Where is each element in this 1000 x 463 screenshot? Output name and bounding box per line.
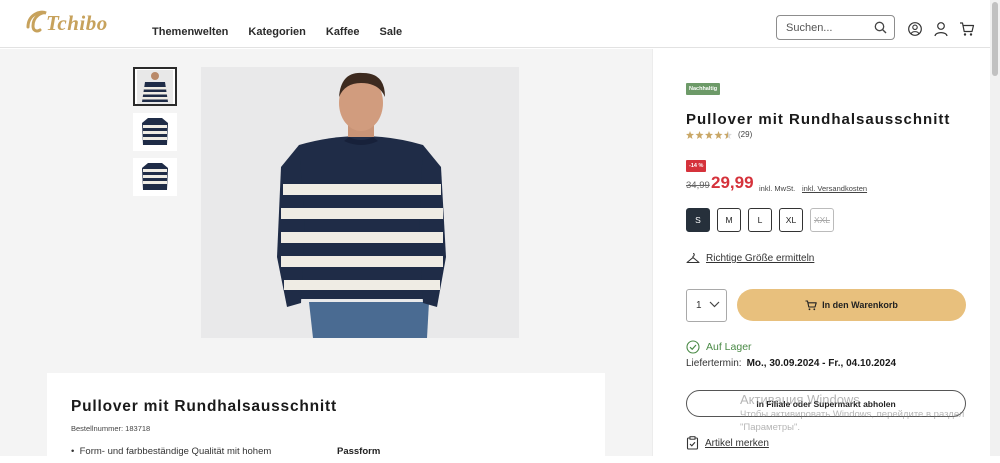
search-box: [776, 15, 895, 40]
stock-status: Auf Lager: [686, 340, 752, 354]
stock-label: Auf Lager: [706, 341, 752, 353]
product-title: Pullover mit Rundhalsausschnitt: [686, 111, 951, 128]
order-number: Bestellnummer: 183718: [71, 424, 151, 433]
thumbnail-list: [133, 67, 177, 203]
nav-item-sale[interactable]: Sale: [380, 24, 403, 40]
nav-item-kategorien[interactable]: Kategorien: [248, 24, 305, 40]
sweater-back-thumbnail-image: [142, 163, 168, 190]
current-price: 29,99: [711, 173, 754, 192]
size-option-s[interactable]: S: [686, 208, 710, 232]
chevron-down-icon: [709, 301, 720, 308]
rating-count[interactable]: (29): [738, 130, 752, 139]
model-wearing-sweater-image: [201, 67, 519, 338]
search-icon[interactable]: [874, 21, 887, 34]
feature-bullet-text: Form- und farbbeständige Qualität mit ho…: [79, 446, 272, 457]
delivery-dates: Mo., 30.09.2024 - Fr., 04.10.2024: [746, 358, 897, 369]
hanger-icon: [686, 252, 700, 264]
feature-bullet: • Form- und farbbeständige Qualität mit …: [71, 446, 272, 457]
discount-badge: -14 %: [686, 160, 707, 172]
old-price: 34,99: [686, 180, 710, 191]
remember-item-link[interactable]: Artikel merken: [686, 436, 769, 450]
sweater-front-thumbnail-image: [142, 118, 168, 145]
size-option-xxl[interactable]: XXL: [810, 208, 834, 232]
delivery-info: Liefertermin: Mo., 30.09.2024 - Fr., 04.1…: [686, 358, 896, 369]
nav-item-themenwelten[interactable]: Themenwelten: [152, 24, 228, 40]
rating-stars[interactable]: (29): [686, 130, 752, 139]
search-input[interactable]: [786, 21, 871, 34]
vat-note: inkl. MwSt.: [759, 184, 796, 193]
quantity-select[interactable]: 1: [686, 289, 727, 322]
page-scrollbar[interactable]: [990, 0, 1000, 456]
check-circle-icon: [686, 340, 700, 354]
product-main-image[interactable]: [201, 67, 519, 338]
quantity-value: 1: [696, 300, 702, 311]
size-finder-label[interactable]: Richtige Größe ermitteln: [706, 253, 814, 264]
logo-text: Tchibo: [46, 11, 108, 35]
add-to-cart-label: In den Warenkorb: [822, 300, 898, 310]
shipping-link[interactable]: inkl. Versandkosten: [802, 184, 867, 193]
thumbnail-model[interactable]: [133, 67, 177, 106]
size-selector: S M L XL XXL: [686, 208, 834, 232]
coffee-account-icon[interactable]: [907, 21, 923, 37]
nav-item-kaffee[interactable]: Kaffee: [326, 24, 360, 40]
description-card: Pullover mit Rundhalsausschnitt Bestelln…: [47, 373, 605, 463]
cart-icon[interactable]: [959, 21, 975, 37]
delivery-label: Liefertermin:: [686, 358, 742, 369]
store-pickup-button[interactable]: In Filiale oder Supermarkt abholen: [686, 390, 966, 417]
cart-icon: [805, 299, 817, 310]
fit-label: Passform: [337, 446, 381, 457]
clipboard-check-icon: [686, 436, 699, 450]
main-nav: Themenwelten Kategorien Kaffee Sale: [152, 24, 422, 40]
user-icon[interactable]: [933, 21, 949, 37]
size-option-xl[interactable]: XL: [779, 208, 803, 232]
size-option-m[interactable]: M: [717, 208, 741, 232]
site-header: Tchibo Themenwelten Kategorien Kaffee Sa…: [0, 0, 990, 48]
star-rating-icon: [686, 130, 732, 139]
scrollbar-thumb[interactable]: [992, 2, 998, 76]
sustainability-badge: Nachhaltig: [686, 83, 721, 95]
thumbnail-front[interactable]: [133, 113, 177, 151]
size-finder-link[interactable]: Richtige Größe ermitteln: [686, 252, 814, 265]
add-to-cart-button[interactable]: In den Warenkorb: [737, 289, 966, 321]
sweater-model-thumbnail-image: [137, 69, 173, 104]
remember-label[interactable]: Artikel merken: [705, 438, 769, 449]
thumbnail-back[interactable]: [133, 158, 177, 196]
size-option-l[interactable]: L: [748, 208, 772, 232]
description-title: Pullover mit Rundhalsausschnitt: [71, 398, 337, 415]
tchibo-logo[interactable]: Tchibo: [24, 7, 124, 37]
